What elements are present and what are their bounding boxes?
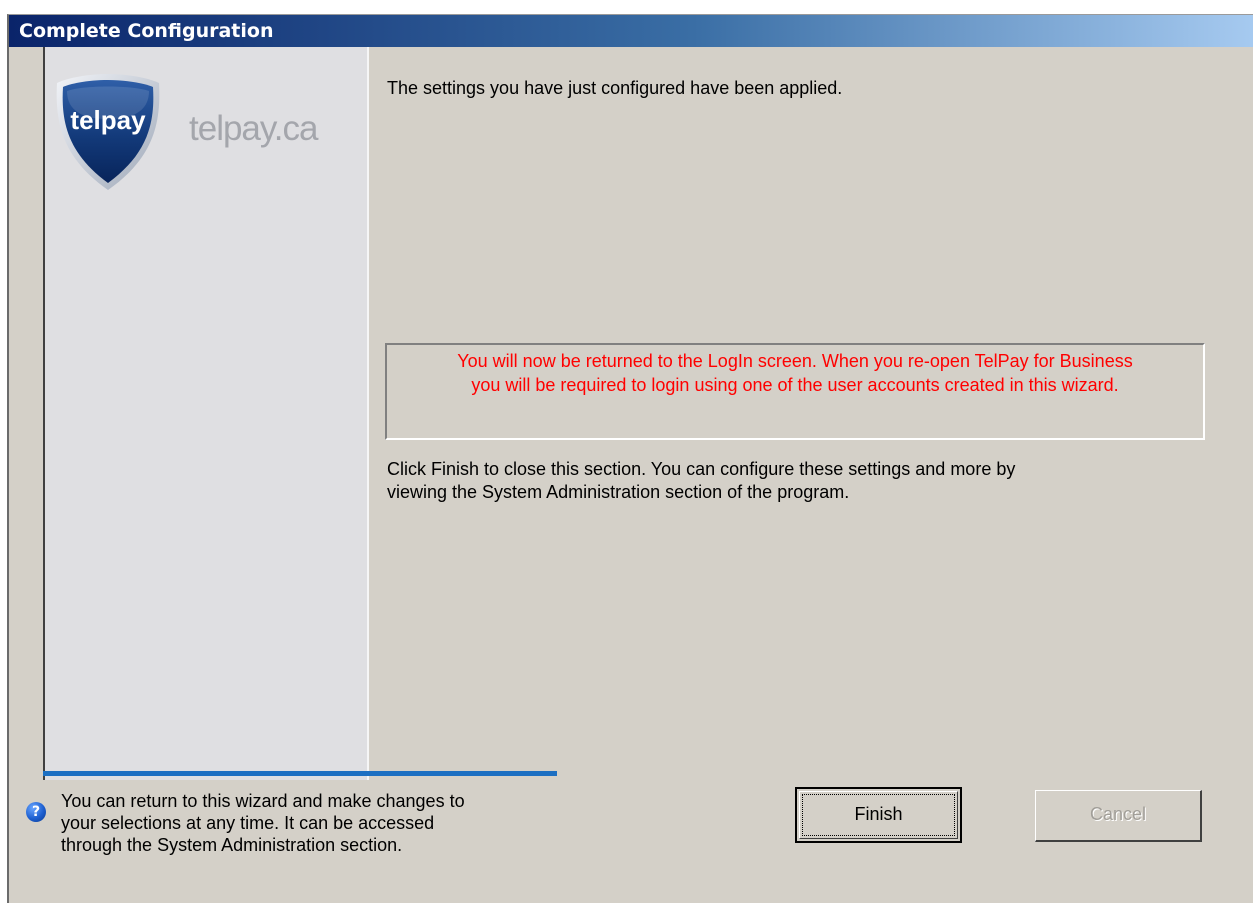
notice-text: You will now be returned to the LogIn sc…: [387, 349, 1203, 397]
finish-button-label: Finish: [854, 804, 903, 824]
branding-panel: telpay telpay.ca: [43, 47, 369, 780]
help-line-3: through the System Administration sectio…: [61, 835, 403, 855]
notice-line-2: you will be required to login using one …: [471, 375, 1119, 395]
notice-box: You will now be returned to the LogIn sc…: [385, 343, 1205, 440]
panel-divider: [367, 47, 369, 780]
help-text: You can return to this wizard and make c…: [61, 790, 541, 856]
applied-message: The settings you have just configured ha…: [387, 78, 843, 98]
cancel-button-label: Cancel: [1089, 804, 1147, 824]
window-title: Complete Configuration: [19, 20, 274, 42]
instructions-line-2: viewing the System Administration sectio…: [387, 482, 850, 502]
footer-separator: [43, 771, 557, 776]
instructions-line-1: Click Finish to close this section. You …: [387, 459, 1016, 479]
help-line-2: your selections at any time. It can be a…: [61, 813, 435, 833]
cancel-button[interactable]: Cancel: [1035, 790, 1202, 842]
title-bar[interactable]: Complete Configuration: [9, 15, 1253, 47]
help-line-1: You can return to this wizard and make c…: [61, 791, 465, 811]
wizard-window: Complete Configuration telpay telpay.ca: [7, 14, 1253, 903]
question-help-icon: ?: [26, 802, 46, 822]
logo-text: telpay: [70, 105, 146, 135]
notice-line-1: You will now be returned to the LogIn sc…: [457, 351, 1133, 371]
shield-logo-icon: telpay: [56, 74, 160, 190]
finish-instructions: Click Finish to close this section. You …: [387, 458, 1187, 504]
finish-button[interactable]: Finish: [795, 787, 962, 843]
site-name: telpay.ca: [189, 109, 318, 148]
